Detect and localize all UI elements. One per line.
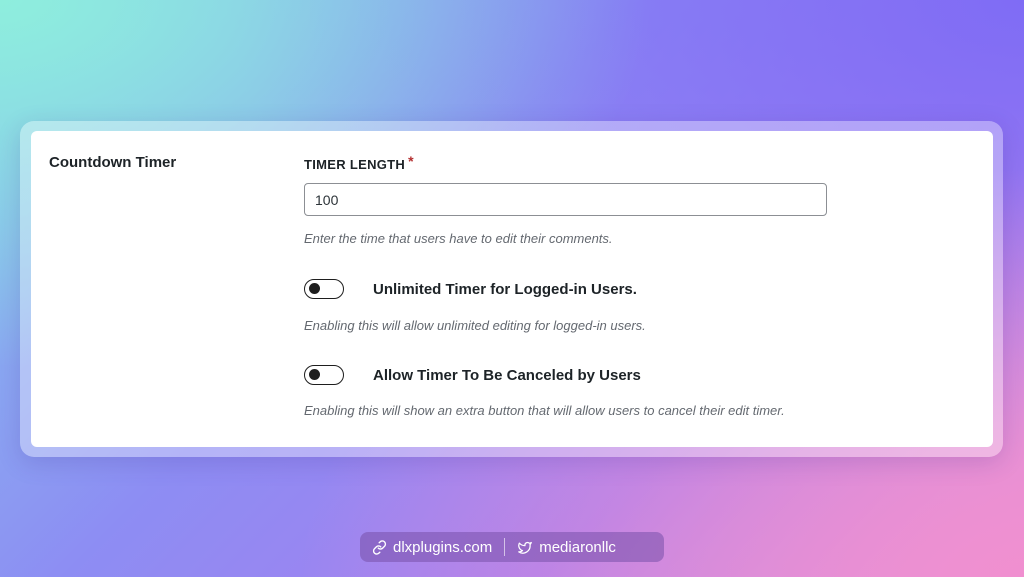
twitter-icon: [518, 541, 533, 554]
timer-length-help: Enter the time that users have to edit t…: [304, 231, 613, 246]
cancel-timer-help: Enabling this will show an extra button …: [304, 403, 785, 418]
footer-credits: dlxplugins.com mediaronllc: [360, 532, 664, 562]
required-asterisk: *: [408, 153, 414, 169]
cancel-timer-label: Allow Timer To Be Canceled by Users: [373, 366, 641, 384]
cancel-timer-row: Allow Timer To Be Canceled by Users: [304, 364, 641, 386]
twitter-text: mediaronllc: [539, 538, 616, 556]
timer-length-label: TIMER LENGTH *: [304, 153, 414, 172]
toggle-knob: [309, 283, 320, 294]
unlimited-timer-help: Enabling this will allow unlimited editi…: [304, 318, 646, 333]
unlimited-timer-label: Unlimited Timer for Logged-in Users.: [373, 280, 637, 298]
timer-length-label-text: TIMER LENGTH: [304, 157, 406, 172]
settings-panel: Countdown Timer TIMER LENGTH* Enter the …: [31, 131, 993, 447]
twitter-link[interactable]: mediaronllc: [505, 532, 628, 562]
section-title: Countdown Timer: [49, 154, 177, 171]
website-link[interactable]: dlxplugins.com: [360, 532, 504, 562]
unlimited-timer-toggle[interactable]: [304, 279, 344, 299]
unlimited-timer-row: Unlimited Timer for Logged-in Users.: [304, 278, 637, 300]
link-icon: [372, 539, 387, 555]
cancel-timer-toggle[interactable]: [304, 365, 344, 385]
website-text: dlxplugins.com: [393, 538, 493, 556]
toggle-knob: [309, 369, 320, 380]
timer-length-input[interactable]: [304, 183, 827, 216]
